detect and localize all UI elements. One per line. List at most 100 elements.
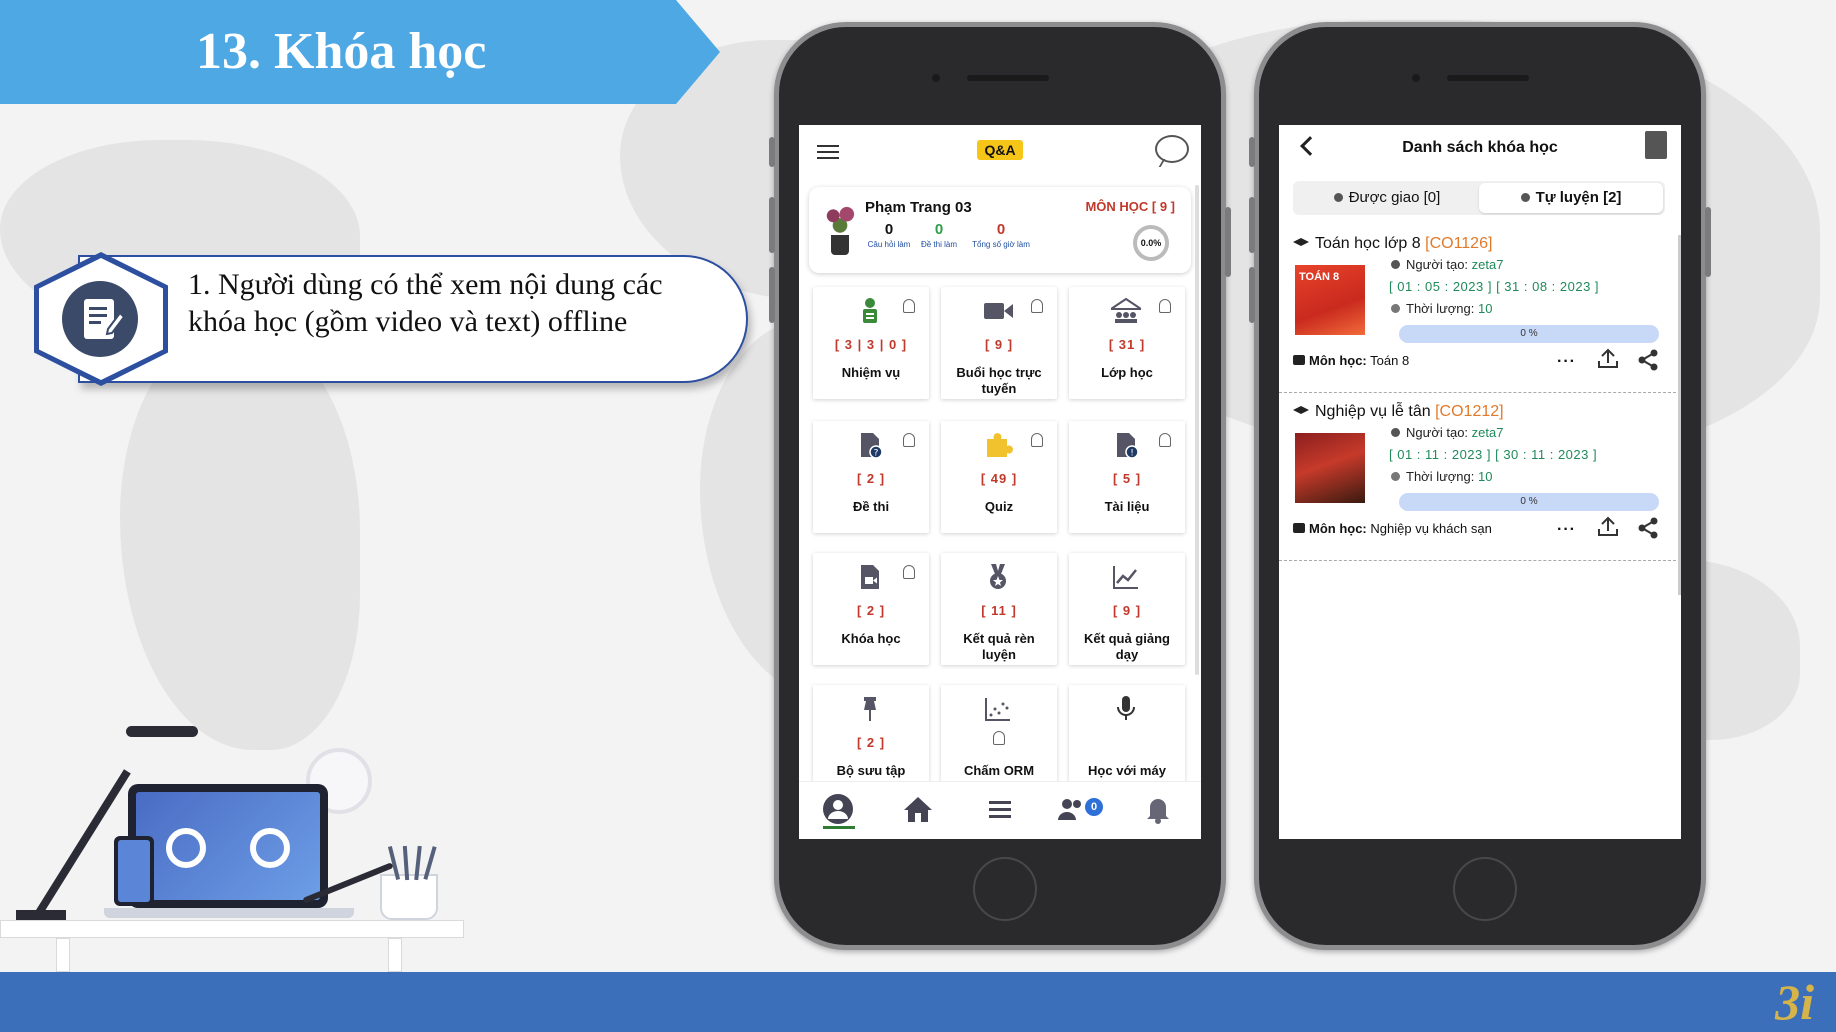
tile-count: [ 2 ] [856, 735, 886, 750]
bell-icon[interactable] [1031, 433, 1043, 447]
tile-count: [ 9 ] [984, 337, 1014, 352]
course-item[interactable]: Toán học lớp 8 [CO1126] TOÁN 8 Người tạo… [1279, 225, 1681, 393]
profile-nav-icon[interactable] [821, 792, 855, 826]
duration: Thời lượng: 10 [1391, 469, 1492, 484]
creator: Người tạo: zeta7 [1391, 425, 1503, 440]
tile-label: Quiz [984, 499, 1014, 514]
tile-label: Lớp học [1101, 365, 1153, 380]
tile-label: Học với máy [1088, 763, 1166, 778]
task-icon [863, 298, 877, 323]
course-title: Nghiệp vụ lễ tân [CO1212] [1293, 403, 1504, 421]
laptop-base [104, 908, 354, 918]
course-video-icon [861, 565, 879, 589]
pin-icon [864, 697, 876, 721]
graduation-cap-icon [1293, 238, 1309, 246]
qa-button[interactable]: Q&A [977, 140, 1023, 160]
tile-count: [ 3 | 3 | 0 ] [834, 337, 908, 352]
map-continent-2 [120, 330, 360, 750]
briefcase-icon [1293, 355, 1305, 365]
course-subject: Môn học: Toán 8 [1293, 353, 1409, 368]
tile-count: [ 49 ] [980, 471, 1018, 486]
share-icon[interactable] [1637, 349, 1659, 371]
video-camera-icon [984, 303, 1013, 319]
briefcase-icon [1293, 523, 1305, 533]
tile-count: [ 2 ] [856, 603, 886, 618]
subject-count[interactable]: MÔN HỌC [ 9 ] [1085, 199, 1175, 214]
notification-bell-icon[interactable] [1141, 792, 1175, 826]
scrollbar[interactable] [1678, 235, 1681, 595]
tile-courses[interactable]: [ 2 ] Khóa học [813, 553, 929, 665]
menu-icon[interactable] [817, 145, 839, 159]
tile-documents[interactable]: ! [ 5 ] Tài liệu [1069, 421, 1185, 533]
puzzle-icon [987, 433, 1013, 457]
document-video-icon[interactable] [1645, 131, 1667, 159]
bell-icon[interactable] [1159, 299, 1171, 313]
friends-icon[interactable] [1055, 792, 1089, 826]
tile-label: Khóa học [841, 631, 901, 646]
footer-bar [0, 972, 1836, 1032]
course-tabs: Được giao [0] Tự luyện [2] [1293, 181, 1665, 215]
upload-icon[interactable] [1597, 515, 1619, 537]
tile-count: [ 5 ] [1112, 471, 1142, 486]
share-icon[interactable] [1637, 517, 1659, 539]
front-camera [1412, 74, 1420, 82]
brand-logo: 3i [1775, 974, 1814, 1030]
tile-online-sessions[interactable]: [ 9 ] Buổi học trực tuyến [941, 287, 1057, 399]
graduation-cap-icon [1293, 406, 1309, 414]
more-icon[interactable]: ··· [1557, 353, 1576, 371]
progress-bar: 0 % [1399, 493, 1659, 511]
tile-exams[interactable]: ? [ 2 ] Đề thi [813, 421, 929, 533]
course-item[interactable]: Nghiệp vụ lễ tân [CO1212] Người tạo: zet… [1279, 393, 1681, 561]
line-chart-icon [1113, 566, 1138, 589]
chat-icon[interactable] [1155, 135, 1189, 163]
scrollbar[interactable] [1195, 185, 1199, 675]
tile-label: Kết quả giảng dạy [1084, 631, 1170, 662]
earpiece-speaker [967, 75, 1049, 81]
home-button[interactable] [1453, 857, 1517, 921]
course-actions: ··· [1557, 347, 1667, 371]
tile-training-results[interactable]: [ 11 ] Kết quả rèn luyện [941, 553, 1057, 665]
profile-name: Phạm Trang 03 [865, 199, 972, 216]
tile-label: Buổi học trực tuyến [956, 365, 1042, 396]
tile-count: [ 31 ] [1108, 337, 1146, 352]
tile-classes[interactable]: [ 31 ] Lớp học [1069, 287, 1185, 399]
tile-label: Kết quả rèn luyện [963, 631, 1035, 662]
stat-exams: 0 Đề thi làm [920, 221, 957, 249]
phone-course-list: Danh sách khóa học Được giao [0] Tự luyệ… [1249, 22, 1711, 950]
upload-icon[interactable] [1597, 347, 1619, 369]
list-menu-icon[interactable] [983, 792, 1017, 826]
progress-bar: 0 % [1399, 325, 1659, 343]
home-button[interactable] [973, 857, 1037, 921]
course-thumbnail [1295, 433, 1365, 503]
course-thumbnail: TOÁN 8 [1295, 265, 1365, 335]
more-icon[interactable]: ··· [1557, 521, 1576, 539]
bell-icon[interactable] [1031, 299, 1043, 313]
stat-hours: 0 Tổng số giờ làm [972, 221, 1030, 249]
tile-teaching-results[interactable]: [ 9 ] Kết quả giảng dạy [1069, 553, 1185, 665]
page-title: Danh sách khóa học [1402, 139, 1558, 156]
tab-label: Tự luyện [2] [1535, 189, 1622, 206]
bell-icon[interactable] [993, 731, 1005, 745]
course-list-screen: Danh sách khóa học Được giao [0] Tự luyệ… [1279, 125, 1681, 839]
bell-icon[interactable] [1159, 433, 1171, 447]
tile-count: [ 2 ] [856, 471, 886, 486]
users-icon [1520, 193, 1530, 202]
tile-label: Bộ sưu tập [836, 763, 906, 778]
pencil-cup-icon [380, 874, 438, 920]
tab-self-study[interactable]: Tự luyện [2] [1479, 183, 1663, 213]
earpiece-speaker [1447, 75, 1529, 81]
home-icon[interactable] [901, 792, 935, 826]
tab-assigned[interactable]: Được giao [0] [1295, 183, 1479, 213]
tile-tasks[interactable]: [ 3 | 3 | 0 ] Nhiệm vụ [813, 287, 929, 399]
svg-text:?: ? [874, 449, 879, 459]
bell-icon[interactable] [903, 565, 915, 579]
bell-icon[interactable] [903, 299, 915, 313]
app-header: Q&A [799, 125, 1201, 177]
bell-icon[interactable] [903, 433, 915, 447]
document-icon: ! [1117, 433, 1139, 459]
user-icon [1333, 193, 1343, 202]
edit-document-icon [62, 281, 138, 357]
clock-icon [1391, 304, 1400, 313]
tile-quiz[interactable]: [ 49 ] Quiz [941, 421, 1057, 533]
profile-card[interactable]: Phạm Trang 03 MÔN HỌC [ 9 ] 0 Câu hỏi là… [809, 187, 1191, 273]
